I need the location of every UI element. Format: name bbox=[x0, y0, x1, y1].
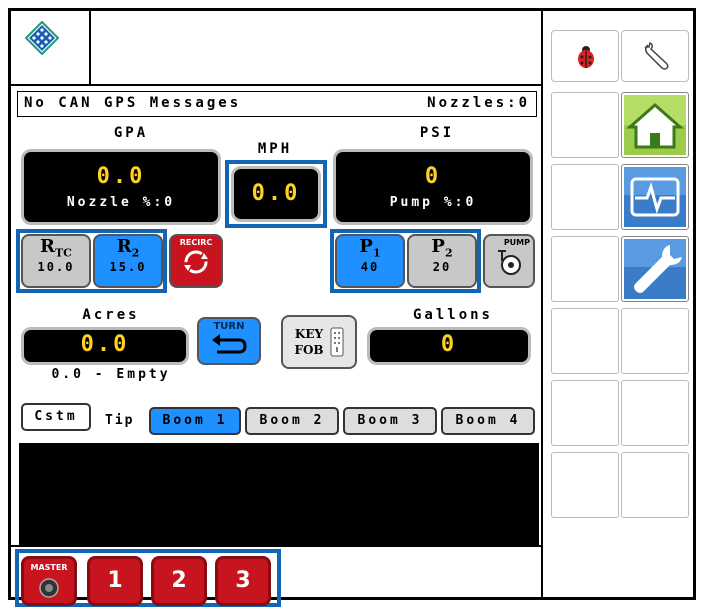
home-button[interactable] bbox=[621, 92, 689, 158]
gpa-value: 0.0 bbox=[96, 164, 146, 189]
side-cell-4b[interactable] bbox=[621, 308, 689, 374]
turn-arrow-icon bbox=[212, 334, 247, 354]
status-bar: No CAN GPS Messages Nozzles:0 bbox=[17, 91, 537, 117]
mph-value: 0.0 bbox=[251, 181, 301, 206]
rate-r2-button[interactable]: R2 15.0 bbox=[93, 234, 163, 288]
psi-label: PSI bbox=[419, 125, 455, 141]
key-fob-button[interactable]: KEY FOB bbox=[281, 315, 357, 369]
master-switch-icon bbox=[39, 578, 59, 598]
key-fob-line2: FOB bbox=[294, 343, 324, 357]
settings-wrench-icon bbox=[624, 239, 686, 299]
mph-display[interactable]: 0.0 bbox=[231, 166, 321, 222]
recirc-button[interactable]: RECIRC bbox=[169, 234, 223, 288]
nozzles-count: Nozzles:0 bbox=[427, 95, 530, 111]
boom-2-tab[interactable]: Boom 2 bbox=[245, 407, 339, 435]
gallons-label: Gallons bbox=[412, 307, 493, 323]
p1-sub: 1 bbox=[372, 246, 381, 260]
top-divider bbox=[11, 84, 541, 86]
rate-rtc-button[interactable]: RTC 10.0 bbox=[21, 234, 91, 288]
ladybug-icon bbox=[578, 46, 594, 68]
side-cell-5b[interactable] bbox=[621, 380, 689, 446]
r2-value: 15.0 bbox=[109, 259, 147, 274]
p1-main: P bbox=[359, 236, 373, 257]
psi-display[interactable]: 0 Pump %:0 bbox=[333, 149, 533, 225]
recirc-icon bbox=[184, 250, 208, 274]
rtc-value: 10.0 bbox=[37, 259, 75, 274]
diagnostics-icon bbox=[624, 167, 686, 227]
app-frame: No CAN GPS Messages Nozzles:0 GPA 0.0 No… bbox=[8, 8, 696, 607]
side-cell-5a[interactable] bbox=[551, 380, 619, 446]
key-fob-line1: KEY bbox=[294, 327, 324, 341]
r2-sub: 2 bbox=[131, 246, 140, 260]
master-label: MASTER bbox=[30, 563, 68, 572]
cstm-button[interactable]: Cstm bbox=[21, 403, 91, 431]
gallons-display[interactable]: 0 bbox=[367, 327, 531, 365]
turn-button[interactable]: TURN bbox=[197, 317, 261, 365]
rtc-sub: TC bbox=[55, 246, 72, 260]
section-3-button[interactable]: 3 bbox=[215, 556, 271, 606]
acres-display[interactable]: 0.0 bbox=[21, 327, 189, 365]
turn-label: TURN bbox=[213, 321, 245, 332]
right-divider bbox=[541, 11, 543, 597]
side-cell-4a[interactable] bbox=[551, 308, 619, 374]
side-cell-1a[interactable] bbox=[551, 92, 619, 158]
p2-sub: 2 bbox=[444, 246, 453, 260]
side-cell-2a[interactable] bbox=[551, 164, 619, 230]
master-button[interactable]: MASTER bbox=[21, 556, 77, 606]
p2-value: 20 bbox=[432, 259, 452, 274]
pump-label: PUMP bbox=[503, 238, 530, 247]
bottom-divider bbox=[11, 545, 541, 547]
rtc-main: R bbox=[40, 236, 55, 257]
side-cell-3a[interactable] bbox=[551, 236, 619, 302]
pressure-p2-button[interactable]: P2 20 bbox=[407, 234, 477, 288]
r2-main: R bbox=[116, 236, 132, 257]
side-cell-6b[interactable] bbox=[621, 452, 689, 518]
tools-button[interactable] bbox=[621, 30, 689, 82]
home-icon bbox=[624, 95, 686, 155]
acres-value: 0.0 bbox=[80, 332, 130, 357]
section-1-button[interactable]: 1 bbox=[87, 556, 143, 606]
nozzle-percent: Nozzle %:0 bbox=[66, 195, 176, 210]
recirc-label: RECIRC bbox=[179, 238, 213, 247]
psi-value: 0 bbox=[424, 164, 442, 189]
alarms-button[interactable] bbox=[551, 30, 619, 82]
boom-3-tab[interactable]: Boom 3 bbox=[343, 407, 437, 435]
wrench-icon bbox=[644, 41, 669, 70]
diagnostics-button[interactable] bbox=[621, 164, 689, 230]
gallons-value: 0 bbox=[440, 332, 458, 357]
gpa-label: GPA bbox=[113, 125, 149, 141]
logo-area bbox=[11, 11, 91, 84]
side-cell-6a[interactable] bbox=[551, 452, 619, 518]
section-2-button[interactable]: 2 bbox=[151, 556, 207, 606]
settings-button[interactable] bbox=[621, 236, 689, 302]
key-fob-icon bbox=[330, 327, 344, 357]
diamond-logo-icon bbox=[25, 21, 59, 55]
mph-label: MPH bbox=[257, 141, 293, 157]
pump-percent: Pump %:0 bbox=[389, 195, 477, 210]
acres-sub: 0.0 - Empty bbox=[51, 367, 171, 382]
pump-button[interactable]: PUMP bbox=[483, 234, 535, 288]
boom-4-tab[interactable]: Boom 4 bbox=[441, 407, 535, 435]
boom-section-area bbox=[19, 443, 539, 545]
tip-label: Tip bbox=[105, 413, 135, 428]
p2-main: P bbox=[431, 236, 445, 257]
gps-status-text: No CAN GPS Messages bbox=[24, 95, 242, 111]
acres-label: Acres bbox=[82, 307, 140, 323]
gpa-display[interactable]: 0.0 Nozzle %:0 bbox=[21, 149, 221, 225]
pressure-p1-button[interactable]: P1 40 bbox=[335, 234, 405, 288]
pump-icon bbox=[498, 250, 521, 275]
p1-value: 40 bbox=[360, 259, 380, 274]
boom-1-tab[interactable]: Boom 1 bbox=[149, 407, 241, 435]
